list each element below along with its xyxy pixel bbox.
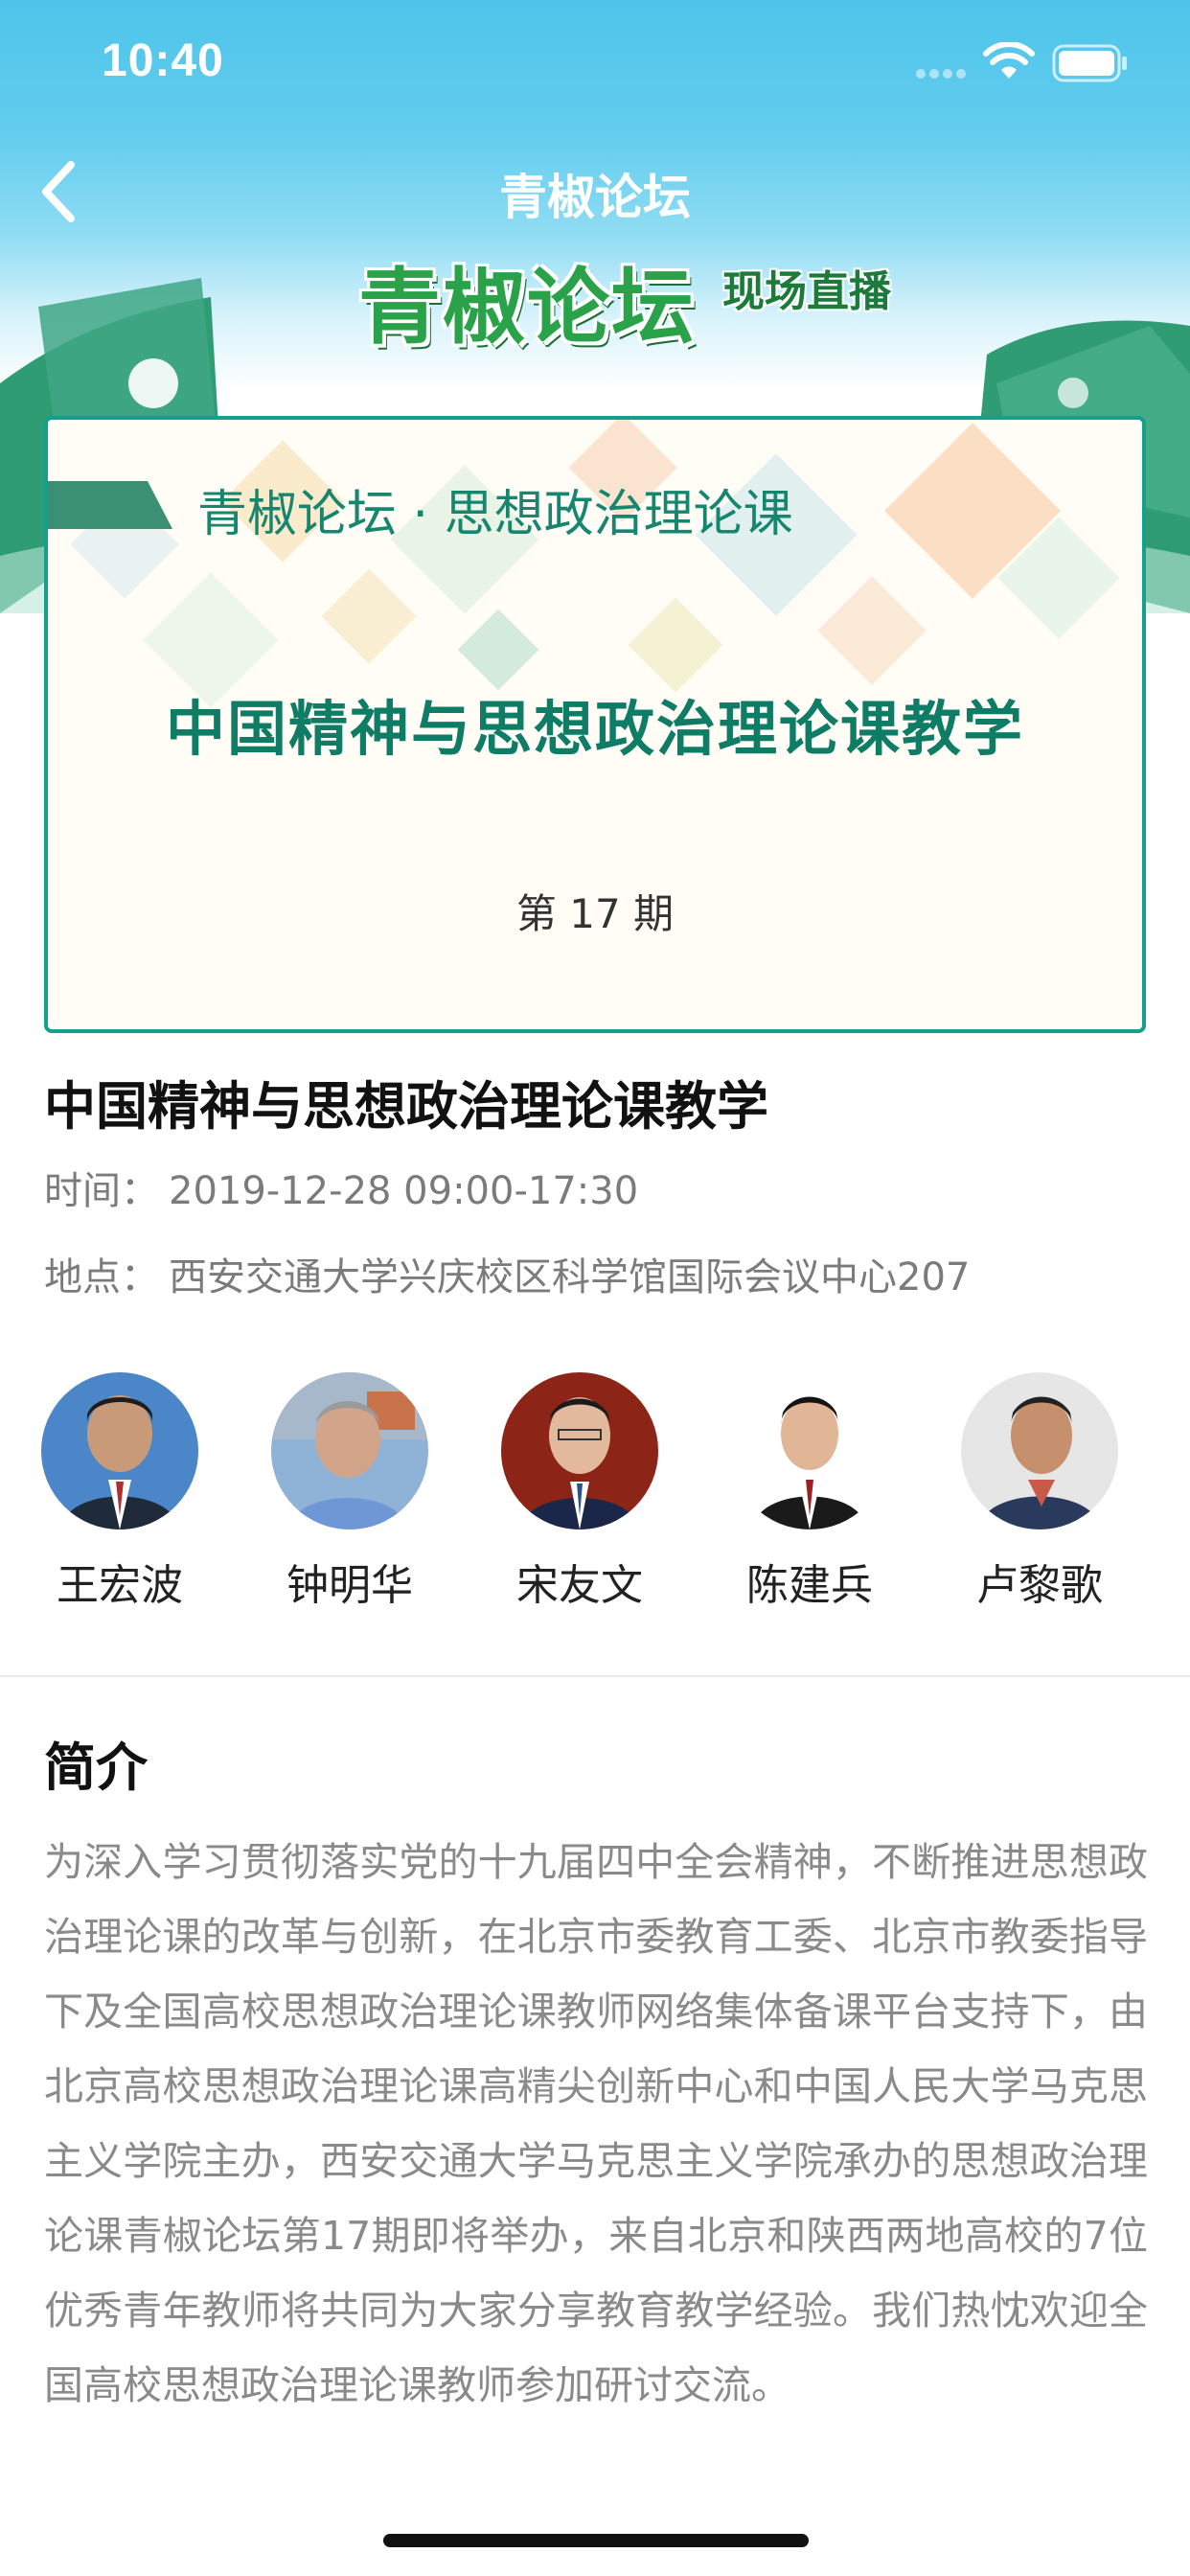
cellular-signal-icon bbox=[916, 69, 966, 79]
event-time-label: 时间： bbox=[44, 1169, 159, 1213]
event-title: 中国精神与思想政治理论课教学 bbox=[44, 1076, 768, 1137]
section-divider bbox=[0, 1675, 1190, 1677]
intro-text: 为深入学习贯彻落实党的十九届四中全会精神，不断推进思想政治理论课的改革与创新，在… bbox=[44, 1839, 1148, 2408]
live-forum-logo: 青椒论坛 现场直播 bbox=[358, 240, 914, 364]
event-time-value: 2019-12-28 09:00-17:30 bbox=[169, 1169, 639, 1213]
speaker-item[interactable]: 陈建兵 bbox=[719, 1372, 901, 1612]
speaker-item[interactable]: 钟明华 bbox=[259, 1372, 441, 1612]
speaker-avatar bbox=[501, 1372, 658, 1530]
wifi-icon bbox=[983, 42, 1035, 79]
event-place-label: 地点： bbox=[44, 1255, 159, 1300]
speaker-avatar bbox=[961, 1372, 1118, 1530]
event-banner-card: 青椒论坛 · 思想政治理论课 中国精神与思想政治理论课教学 第 17 期 bbox=[44, 416, 1146, 1033]
speaker-item[interactable]: 卢黎歌 bbox=[949, 1372, 1131, 1612]
logo-sub-text: 现场直播 bbox=[722, 267, 891, 316]
speaker-name: 钟明华 bbox=[286, 1561, 413, 1610]
banner-subtitle: 青椒论坛 · 思想政治理论课 bbox=[197, 486, 793, 543]
speaker-name: 陈建兵 bbox=[746, 1561, 873, 1610]
speaker-item[interactable]: 王宏波 bbox=[29, 1372, 211, 1612]
speaker-name: 宋友文 bbox=[516, 1561, 643, 1610]
speaker-item[interactable]: 宋友文 bbox=[489, 1372, 671, 1612]
speaker-name: 卢黎歌 bbox=[976, 1561, 1103, 1610]
speaker-avatar bbox=[271, 1372, 428, 1530]
status-time: 10:40 bbox=[102, 35, 224, 86]
banner-title: 中国精神与思想政治理论课教学 bbox=[165, 694, 1024, 764]
event-place-row: 地点： 西安交通大学兴庆校区科学馆国际会议中心207 bbox=[44, 1246, 970, 1301]
speaker-list: 王宏波 钟明华 宋友文 陈建兵 卢黎歌 bbox=[0, 1372, 1190, 1612]
nav-title: 青椒论坛 bbox=[499, 170, 691, 225]
speaker-name: 王宏波 bbox=[57, 1561, 183, 1610]
battery-icon bbox=[1052, 44, 1127, 82]
intro-heading: 简介 bbox=[44, 1737, 148, 1798]
speaker-avatar bbox=[41, 1372, 198, 1530]
speaker-avatar bbox=[731, 1372, 888, 1530]
status-bar: 10:40 bbox=[0, 0, 1190, 126]
event-time-row: 时间： 2019-12-28 09:00-17:30 bbox=[44, 1160, 638, 1215]
banner-issue-number: 第 17 期 bbox=[515, 890, 675, 937]
event-place-value: 西安交通大学兴庆校区科学馆国际会议中心207 bbox=[169, 1255, 971, 1300]
home-indicator[interactable] bbox=[383, 2534, 809, 2547]
logo-main-text: 青椒论坛 bbox=[358, 260, 696, 356]
